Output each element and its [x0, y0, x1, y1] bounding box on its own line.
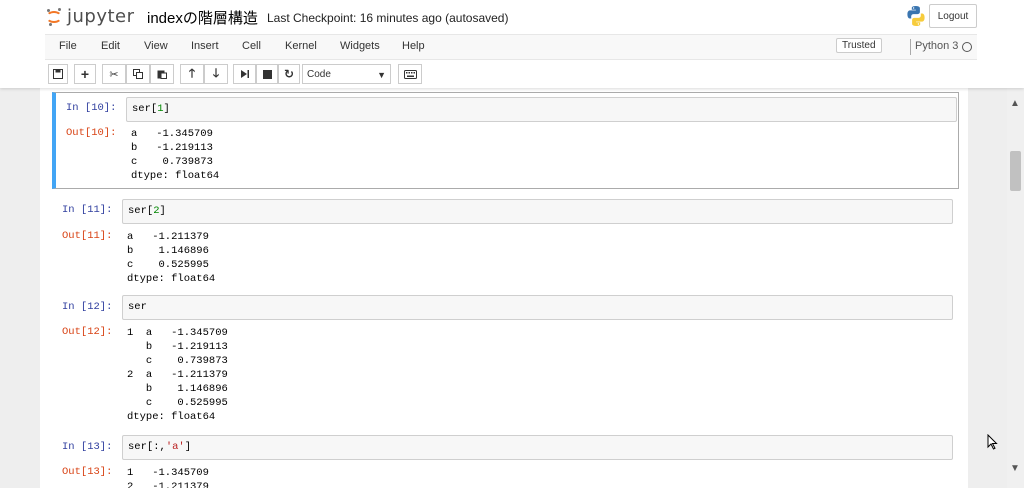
move-up-button[interactable]: 🡑 [180, 64, 204, 84]
output-prompt: Out[11]: [62, 230, 113, 242]
menu-view[interactable]: View [144, 40, 168, 52]
cell-type-value: Code [307, 68, 331, 80]
restart-button[interactable]: ↻ [278, 64, 300, 84]
cell-output: a -1.211379 b 1.146896 c 0.525995 dtype:… [127, 231, 216, 285]
toolbar: + ✂ 🡑 🡓 ↻ Code ▼ [45, 62, 977, 86]
kernel-status-icon [962, 42, 972, 52]
keyboard-icon [403, 69, 417, 79]
arrow-up-icon: 🡑 [188, 65, 196, 80]
notebook-title[interactable]: indexの階層構造 [147, 7, 258, 28]
arrow-down-icon: 🡓 [212, 65, 220, 80]
code-text: ] [163, 103, 170, 115]
cut-button[interactable]: ✂ [102, 64, 126, 84]
cell-output: 1 a -1.345709 b -1.219113 c 0.739873 2 a… [127, 327, 228, 423]
menu-edit[interactable]: Edit [101, 40, 120, 52]
code-input[interactable]: ser[2] [122, 199, 953, 224]
output-prompt: Out[10]: [66, 127, 117, 139]
checkpoint-status: Last Checkpoint: 16 minutes ago (autosav… [267, 11, 509, 25]
code-text: ] [184, 441, 192, 453]
run-button[interactable] [233, 64, 256, 84]
code-text: ser[ [128, 205, 154, 217]
code-text: ] [159, 205, 166, 217]
notebook-container: In [10]: ser[1] Out[10]: a -1.345709 b -… [40, 88, 968, 488]
code-text: ser[:, [128, 441, 166, 453]
trusted-indicator[interactable]: Trusted [836, 38, 882, 53]
run-icon [240, 70, 249, 78]
paste-button[interactable] [150, 64, 174, 84]
output-prompt: Out[12]: [62, 326, 113, 338]
code-string: 'a' [165, 441, 185, 453]
code-cell[interactable]: In [10]: ser[1] Out[10]: a -1.345709 b -… [52, 92, 959, 189]
cell-output: a -1.345709 b -1.219113 c 0.739873 dtype… [131, 128, 220, 182]
kernel-name[interactable]: Python 3 [915, 40, 958, 52]
menu-widgets[interactable]: Widgets [340, 40, 380, 52]
menu-cell[interactable]: Cell [242, 40, 261, 52]
output-prompt: Out[13]: [62, 466, 113, 478]
input-prompt: In [13]: [62, 441, 113, 453]
vertical-scrollbar[interactable]: ▲ ▼ [1007, 88, 1024, 488]
menu-kernel[interactable]: Kernel [285, 40, 317, 52]
code-cell[interactable]: In [11]: ser[2] Out[11]: a -1.211379 b 1… [52, 195, 959, 285]
cut-icon: ✂ [109, 68, 119, 81]
code-input[interactable]: ser [122, 295, 953, 320]
code-input[interactable]: ser[1] [126, 97, 957, 122]
python-logo-icon [907, 6, 925, 26]
jupyter-logo-icon [45, 7, 63, 27]
input-prompt: In [11]: [62, 204, 113, 216]
plus-icon: + [80, 66, 90, 82]
menubar: File Edit View Insert Cell Kernel Widget… [45, 34, 977, 60]
menu-help[interactable]: Help [402, 40, 425, 52]
jupyter-logo[interactable]: jupyter [45, 6, 135, 27]
save-button[interactable] [48, 64, 68, 84]
kernel-separator [910, 39, 911, 55]
interrupt-button[interactable] [256, 64, 278, 84]
code-cell[interactable]: In [13]: ser[:,'a'] Out[13]: 1 -1.345709… [52, 431, 959, 488]
cell-output: 1 -1.345709 2 -1.211379 [127, 467, 209, 488]
jupyter-logo-text: jupyter [67, 6, 135, 27]
code-input[interactable]: ser[:,'a'] [122, 435, 953, 460]
insert-cell-button[interactable]: + [74, 64, 96, 84]
chevron-down-icon: ▼ [377, 70, 386, 80]
scrollbar-thumb[interactable] [1010, 151, 1021, 191]
mouse-cursor-icon [987, 434, 998, 450]
scroll-down-icon[interactable]: ▼ [1010, 463, 1020, 474]
move-down-button[interactable]: 🡓 [204, 64, 228, 84]
menu-insert[interactable]: Insert [191, 40, 219, 52]
copy-button[interactable] [126, 64, 150, 84]
paste-icon [157, 70, 167, 79]
input-prompt: In [10]: [66, 102, 117, 114]
copy-icon [133, 69, 143, 79]
code-text: ser[ [132, 103, 158, 115]
code-cell[interactable]: In [12]: ser Out[12]: 1 a -1.345709 b -1… [52, 291, 959, 426]
cell-type-select[interactable]: Code ▼ [302, 64, 391, 84]
header-top-row: jupyter indexの階層構造 Last Checkpoint: 16 m… [0, 0, 1024, 34]
command-palette-button[interactable] [398, 64, 422, 84]
scroll-up-icon[interactable]: ▲ [1010, 98, 1020, 109]
menu-file[interactable]: File [59, 40, 77, 52]
notebook-header: jupyter indexの階層構造 Last Checkpoint: 16 m… [0, 0, 1024, 88]
save-icon [53, 69, 63, 79]
restart-icon: ↻ [283, 67, 295, 81]
input-prompt: In [12]: [62, 301, 113, 313]
stop-icon [262, 69, 272, 79]
logout-button[interactable]: Logout [929, 4, 977, 28]
